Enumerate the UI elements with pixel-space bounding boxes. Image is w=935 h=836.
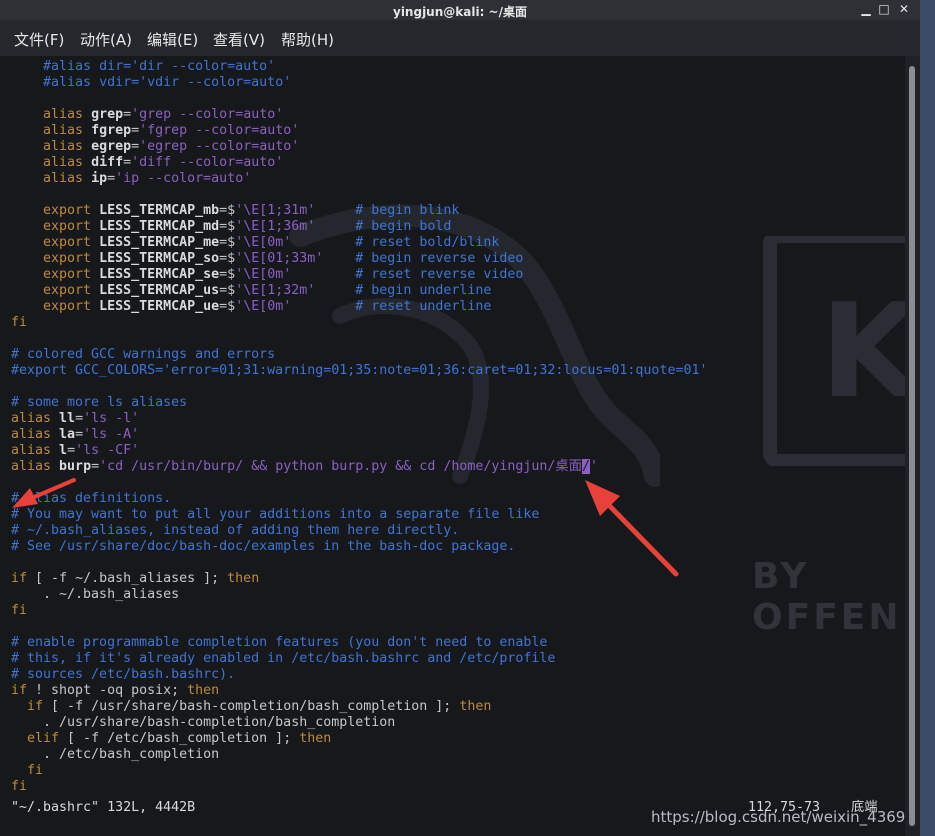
annotation-layer xyxy=(12,478,679,577)
menu-edit[interactable]: 编辑(E) xyxy=(147,29,198,50)
close-icon[interactable]: ✕ xyxy=(896,1,912,17)
terminal-scrollbar[interactable] xyxy=(905,56,920,836)
blog-watermark: https://blog.csdn.net/weixin_43693550 xyxy=(651,808,935,826)
annotation-arrowhead-left xyxy=(12,488,38,508)
window-title: yingjun@kali: ~/桌面 xyxy=(393,5,527,19)
menu-view[interactable]: 查看(V) xyxy=(213,29,265,50)
menu-file[interactable]: 文件(F) xyxy=(14,29,64,50)
maximize-icon[interactable]: □ xyxy=(876,1,892,17)
scrollbar-thumb[interactable] xyxy=(909,66,915,826)
menu-bar: 文件(F) 动作(A) 编辑(E) 查看(V) 帮助(H) xyxy=(0,20,920,56)
minimize-icon[interactable]: ▁ xyxy=(858,1,874,17)
terminal-area[interactable]: K BY OFFEN #alias dir='dir --color=auto'… xyxy=(0,56,905,836)
menu-action[interactable]: 动作(A) xyxy=(80,29,132,50)
menu-help[interactable]: 帮助(H) xyxy=(281,29,334,50)
annotation-arrow-right xyxy=(597,493,679,577)
window-titlebar[interactable]: yingjun@kali: ~/桌面 ▁ □ ✕ xyxy=(0,0,920,20)
desktop-background xyxy=(920,0,935,836)
vim-status-file: "~/.bashrc" 132L, 4442B xyxy=(11,800,196,815)
